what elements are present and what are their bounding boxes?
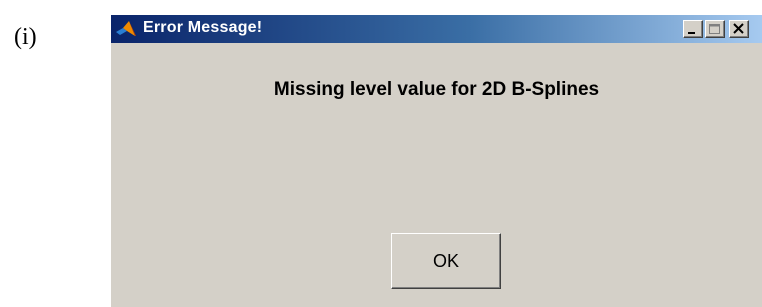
close-icon [733,23,744,34]
minimize-button[interactable] [683,20,703,38]
window-title: Error Message! [143,19,263,36]
maximize-button[interactable] [705,20,725,38]
minimize-icon [688,32,695,34]
error-message-text: Missing level value for 2D B-Splines [273,79,600,100]
close-button[interactable] [729,20,749,38]
matlab-logo-icon [116,21,136,36]
maximize-icon [709,24,720,34]
error-dialog-window: Error Message! Missing level value for 2… [110,14,762,307]
figure-label: (i) [14,24,37,50]
title-bar[interactable]: Error Message! [111,15,762,43]
ok-button[interactable]: OK [391,233,501,289]
